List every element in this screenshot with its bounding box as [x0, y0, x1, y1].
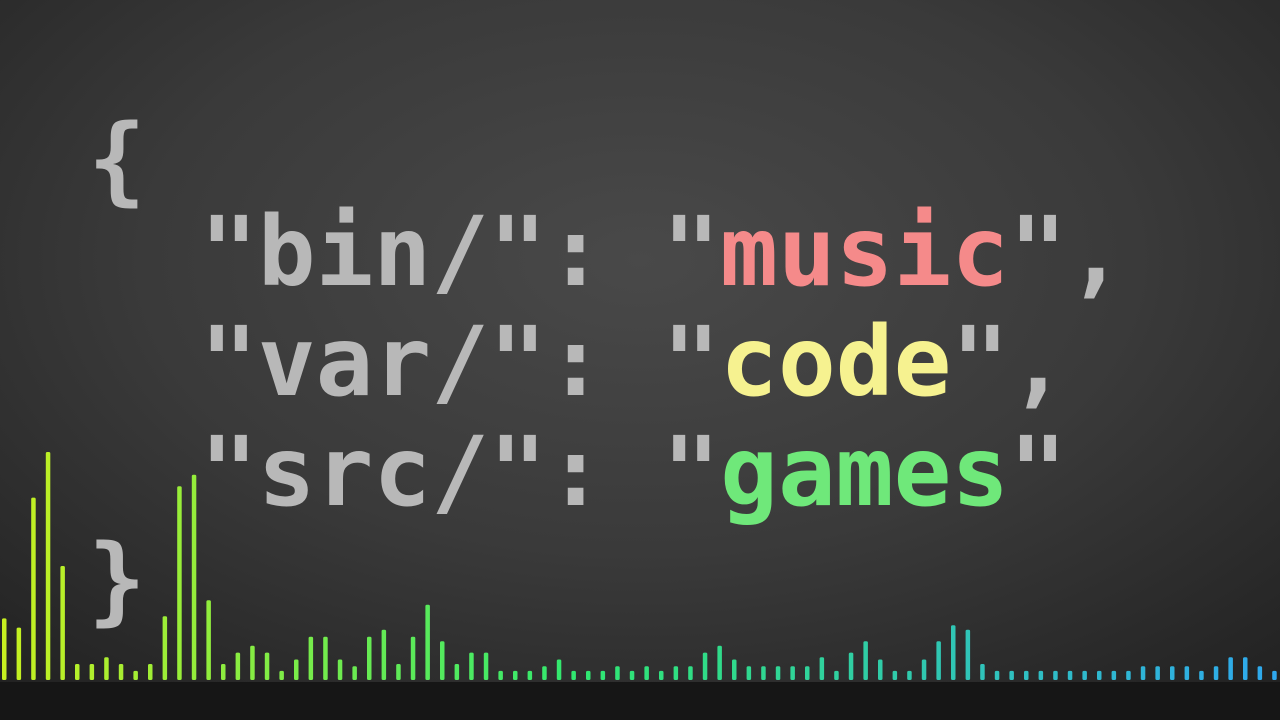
- visualizer-bar: [410, 636, 416, 680]
- visualizer-bar: [834, 670, 839, 680]
- visualizer-bar: [45, 452, 51, 680]
- visualizer-bar: [133, 670, 138, 680]
- visualizer-bar: [659, 670, 664, 680]
- visualizer-bar: [440, 641, 445, 680]
- visualizer-bar: [513, 670, 518, 680]
- visualizer-bar: [498, 670, 503, 680]
- visualizer-bar: [177, 486, 182, 680]
- visualizer-bar: [965, 629, 971, 680]
- visualizer-bar: [586, 670, 591, 680]
- visualizer-bar: [907, 670, 912, 680]
- visualizer-bar: [483, 652, 489, 680]
- visualizer-bar: [16, 627, 22, 680]
- visualizer-bar: [673, 666, 679, 680]
- visualizer-bar: [221, 664, 226, 680]
- visualizer-bar: [381, 629, 387, 680]
- visualizer-bar: [1038, 670, 1044, 680]
- visualizer-bar: [75, 664, 80, 680]
- visualizer-bar: [951, 625, 956, 680]
- visualizer-bar: [1257, 666, 1263, 680]
- visualizer-bar: [732, 659, 737, 680]
- visualizer-bar: [148, 664, 153, 680]
- visualizer-bar: [1024, 670, 1029, 680]
- visualizer-bar: [702, 652, 708, 680]
- visualizer-bar: [337, 659, 343, 680]
- visualizer-bar: [994, 670, 1000, 680]
- visualizer-bar: [717, 645, 722, 680]
- visualizer-bar: [1067, 670, 1073, 680]
- visualizer-bar: [819, 657, 825, 680]
- visualizer-bar: [235, 652, 241, 680]
- visualizer-bar: [1009, 670, 1014, 680]
- bottom-band: [0, 682, 1280, 720]
- visualizer-bar: [454, 664, 460, 680]
- visualizer-bar: [1140, 666, 1146, 680]
- visualizer-bar: [863, 641, 868, 680]
- visualizer-bar: [1155, 666, 1160, 680]
- visualizer-bar: [1272, 670, 1277, 680]
- visualizer-bar: [1053, 670, 1058, 680]
- visualizer-bar: [1199, 670, 1204, 680]
- visualizer-bar: [89, 664, 95, 680]
- visualizer-bar: [527, 670, 533, 680]
- visualizer-bar: [1213, 666, 1219, 680]
- audio-visualizer: [2, 452, 1277, 680]
- visualizer-bar: [469, 652, 474, 680]
- visualizer-bar: [892, 670, 898, 680]
- visualizer-bar: [936, 641, 941, 680]
- visualizer-bar: [1097, 670, 1102, 680]
- visualizer-bar: [250, 645, 255, 680]
- visualizer-bar: [352, 666, 357, 680]
- visualizer-bar: [264, 652, 270, 680]
- visualizer-bar: [1082, 670, 1087, 680]
- visualizer-bar: [425, 604, 430, 680]
- visualizer-bar: [162, 616, 168, 680]
- visualizer-bar: [1170, 666, 1175, 680]
- visualizer-bar: [191, 474, 197, 680]
- visualizer-bar: [1243, 657, 1248, 680]
- visualizer-bar: [294, 659, 299, 680]
- visualizer-bar: [104, 657, 109, 680]
- visualizer-bar: [556, 659, 562, 680]
- visualizer-bar: [848, 652, 854, 680]
- visualizer-bar: [118, 664, 124, 680]
- visualizer-bar: [396, 664, 401, 680]
- visualizer-bar: [688, 666, 693, 680]
- visualizer-bar: [31, 497, 36, 680]
- visualizer-bar: [2, 618, 7, 680]
- visualizer-bar: [1126, 670, 1131, 680]
- visualizer-bar: [775, 666, 781, 680]
- visualizer-bar: [921, 659, 927, 680]
- visualizer-bar: [60, 566, 65, 680]
- visualizer-bar: [1228, 657, 1233, 680]
- visualizer-bar: [761, 666, 766, 680]
- visualizer-bar: [805, 666, 810, 680]
- visualizer-bar: [542, 666, 547, 680]
- visualizer-bar: [790, 666, 795, 680]
- visualizer-bar: [206, 600, 211, 680]
- visualizer-bar: [279, 670, 284, 680]
- visualizer-bar: [600, 670, 606, 680]
- visualizer-bar: [980, 664, 985, 680]
- visualizer-bar: [629, 670, 635, 680]
- visualizer-bar: [746, 666, 752, 680]
- visualizer-bar: [1184, 666, 1190, 680]
- visualizer-bar: [644, 666, 649, 680]
- visualizer-bar: [367, 636, 372, 680]
- visualizer-bar: [615, 666, 620, 680]
- visualizer-bar: [571, 670, 576, 680]
- visualizer-bar: [1111, 670, 1117, 680]
- visualizer-bar: [878, 659, 883, 680]
- visualizer-bar: [308, 636, 314, 680]
- visualizer-bar: [323, 636, 328, 680]
